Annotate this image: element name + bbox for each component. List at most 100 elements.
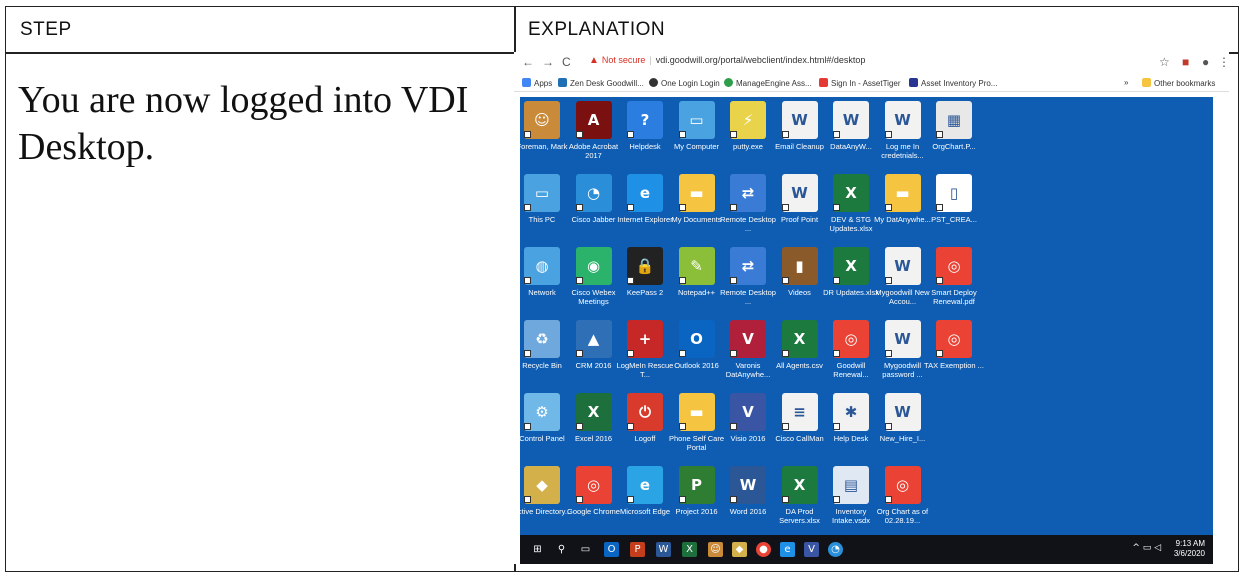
acrobat-extension-icon[interactable]: ■ [1182, 55, 1189, 69]
search-icon[interactable]: ⚲ [554, 542, 569, 557]
desktop-icon[interactable]: W Mygoodwill New Accou... [875, 245, 930, 317]
desktop-icon[interactable]: ◎ Smart Deploy Renewal.pdf [928, 245, 980, 317]
bookmark-assettiger[interactable]: Sign In - AssetTiger [819, 78, 901, 88]
desktop-icon-label: New_Hire_I... [879, 434, 926, 443]
desktop-icon[interactable]: e Microsoft Edge [619, 464, 671, 536]
ie-taskbar-icon[interactable]: e [780, 542, 795, 557]
shortcut-arrow-icon [678, 277, 686, 284]
bookmark-zendesk[interactable]: Zen Desk Goodwill... [558, 78, 644, 88]
desktop-icon[interactable]: ? Helpdesk [619, 99, 671, 171]
desktop-icon[interactable]: ▬ My Documents [671, 172, 723, 244]
shortcut-arrow-icon [524, 350, 531, 357]
desktop-icon[interactable]: W DataAnyW... [825, 99, 877, 171]
shortcut-arrow-icon [730, 277, 737, 284]
visio-taskbar-icon[interactable]: V [804, 542, 819, 557]
desktop-icon[interactable]: V Visio 2016 [722, 391, 774, 463]
desktop-icon[interactable]: ◍ Network [516, 245, 568, 317]
system-tray-icons[interactable]: ^ ▭ ◁ [1132, 543, 1161, 553]
desktop-icon[interactable]: ✱ Help Desk [825, 391, 877, 463]
word-taskbar-icon[interactable]: W [656, 542, 671, 557]
desktop-icon[interactable]: W Log me In credetnials... [877, 99, 929, 171]
desktop-icon[interactable]: ▬ Phone Self Care Portal [669, 391, 724, 463]
address-bar[interactable]: ▲ Not secure | vdi.goodwill.org/portal/webc… [589, 55, 1169, 71]
jabber-taskbar-icon[interactable]: ◔ [828, 542, 843, 557]
shortcut-arrow-icon [884, 350, 892, 357]
desktop-icon[interactable]: W Proof Point [774, 172, 826, 244]
desktop-icon[interactable]: ◎ TAX Exemption ... [924, 318, 984, 390]
desktop-icon[interactable]: ◎ Google Chrome [567, 464, 620, 536]
desktop-icon[interactable]: ▲ CRM 2016 [568, 318, 620, 390]
desktop-icon[interactable]: ▬ My DatAnywhe... [874, 172, 931, 244]
excel-taskbar-icon[interactable]: X [682, 542, 697, 557]
desktop-icon[interactable]: ♻ Recycle Bin [516, 318, 568, 390]
more-bookmarks-icon[interactable]: » [1124, 78, 1128, 87]
desktop-icon[interactable]: W New_Hire_I... [877, 391, 929, 463]
desktop-icon[interactable]: W Word 2016 [722, 464, 774, 536]
task-view-icon[interactable]: ▭ [578, 542, 593, 557]
desktop-icon[interactable]: W Email Cleanup [774, 99, 826, 171]
desktop-icon[interactable]: X All Agents.csv [774, 318, 826, 390]
outlook-taskbar-icon[interactable]: O [604, 542, 619, 557]
star-icon[interactable]: ☆ [1159, 55, 1170, 69]
start-windows-icon[interactable]: ⊞ [530, 542, 545, 557]
shortcut-arrow-icon [575, 277, 583, 284]
step-text: You are now logged into VDI Desktop. [18, 79, 469, 168]
desktop-icon[interactable]: ▯ PST_CREA... [928, 172, 980, 244]
desktop-icon[interactable]: O Outlook 2016 [671, 318, 723, 390]
back-arrow-icon[interactable]: ← [522, 55, 534, 69]
desktop-icon[interactable]: ▮ Videos [774, 245, 826, 317]
bookmark-apps[interactable]: Apps [522, 78, 552, 88]
shortcut-arrow-icon [524, 277, 531, 284]
bookmark-onelogin[interactable]: One Login Login [649, 78, 720, 88]
bookmark-asset-inventory[interactable]: Asset Inventory Pro... [909, 78, 997, 88]
desktop-icon[interactable]: X DEV & STG Updates.xlsx [825, 172, 877, 244]
clock[interactable]: 9:13 AM 3/6/2020 [1174, 539, 1205, 559]
desktop-icon[interactable]: ⚙ Control Panel [516, 391, 568, 463]
desktop-icon[interactable]: X Excel 2016 [568, 391, 620, 463]
desktop-icon[interactable]: + LogMeIn Rescue T... [617, 318, 673, 390]
active-directory-taskbar-icon[interactable]: ◆ [732, 542, 747, 557]
other-bookmarks[interactable]: Other bookmarks [1142, 78, 1215, 88]
desktop-icon[interactable]: P Project 2016 [671, 464, 723, 536]
desktop-icon[interactable]: A Adobe Acrobat 2017 [568, 99, 620, 171]
desktop-icon[interactable]: W Mygoodwill password ... [877, 318, 929, 390]
vdi-screenshot: ← → C ▲ Not secure | vdi.goodwill.org/porta… [514, 52, 1229, 564]
desktop-icon[interactable]: ◔ Cisco Jabber [568, 172, 620, 244]
shortcut-arrow-icon [678, 423, 686, 430]
desktop-icon[interactable]: ⇄ Remote Desktop ... [720, 172, 776, 244]
desktop-icon[interactable]: ◎ Goodwill Renewal... [825, 318, 877, 390]
url-text: vdi.goodwill.org/portal/webclient/index.… [655, 55, 866, 65]
desktop-icon[interactable]: e Internet Explorer [617, 172, 673, 244]
desktop-icon[interactable]: ▭ My Computer [671, 99, 723, 171]
desktop-icon[interactable]: ⚡ putty.exe [722, 99, 774, 171]
shortcut-arrow-icon [575, 204, 583, 211]
desktop-icon[interactable]: V Varonis DatAnywhe... [722, 318, 774, 390]
desktop-icon[interactable]: ≡ Cisco CallMan [774, 391, 826, 463]
desktop-icon[interactable]: X DR Updates.xlsx [823, 245, 879, 317]
shortcut-arrow-icon [678, 350, 686, 357]
assettiger-icon [819, 78, 828, 87]
desktop-icon[interactable]: ▭ This PC [516, 172, 568, 244]
desktop-icon[interactable]: ◉ Cisco Webex Meetings [568, 245, 620, 317]
bookmark-manageengine[interactable]: ManageEngine Ass... [724, 78, 812, 88]
desktop-icon[interactable]: X DA Prod Servers.xlsx [774, 464, 826, 536]
desktop-icon[interactable]: 🔒 KeePass 2 [619, 245, 671, 317]
folder-icon [1142, 78, 1151, 87]
desktop-icon[interactable]: ☺ Foreman, Mark [516, 99, 568, 171]
reload-icon[interactable]: C [562, 55, 571, 69]
powerpoint-taskbar-icon[interactable]: P [630, 542, 645, 557]
user-taskbar-icon[interactable]: ☺ [708, 542, 723, 557]
desktop-icon[interactable]: ⇄ Remote Desktop ... [720, 245, 776, 317]
chrome-taskbar-icon[interactable]: ● [756, 542, 771, 557]
desktop-icon[interactable]: ▤ Inventory Intake.vsdx [825, 464, 877, 536]
desktop-icon[interactable]: ◎ Org Chart as of 02.28.19... [877, 464, 929, 536]
desktop-icon[interactable]: ⏻ Logoff [619, 391, 671, 463]
shortcut-arrow-icon [884, 204, 892, 211]
forward-arrow-icon[interactable]: → [542, 55, 554, 69]
desktop-icon[interactable]: ▦ OrgChart.P... [928, 99, 980, 171]
desktop-icon[interactable]: ✎ Notepad++ [671, 245, 723, 317]
shortcut-arrow-icon [627, 131, 634, 138]
desktop-icon[interactable]: ◆ Active Directory... [514, 464, 571, 536]
profile-icon[interactable]: ● [1202, 55, 1209, 69]
menu-icon[interactable]: ⋮ [1218, 55, 1229, 69]
